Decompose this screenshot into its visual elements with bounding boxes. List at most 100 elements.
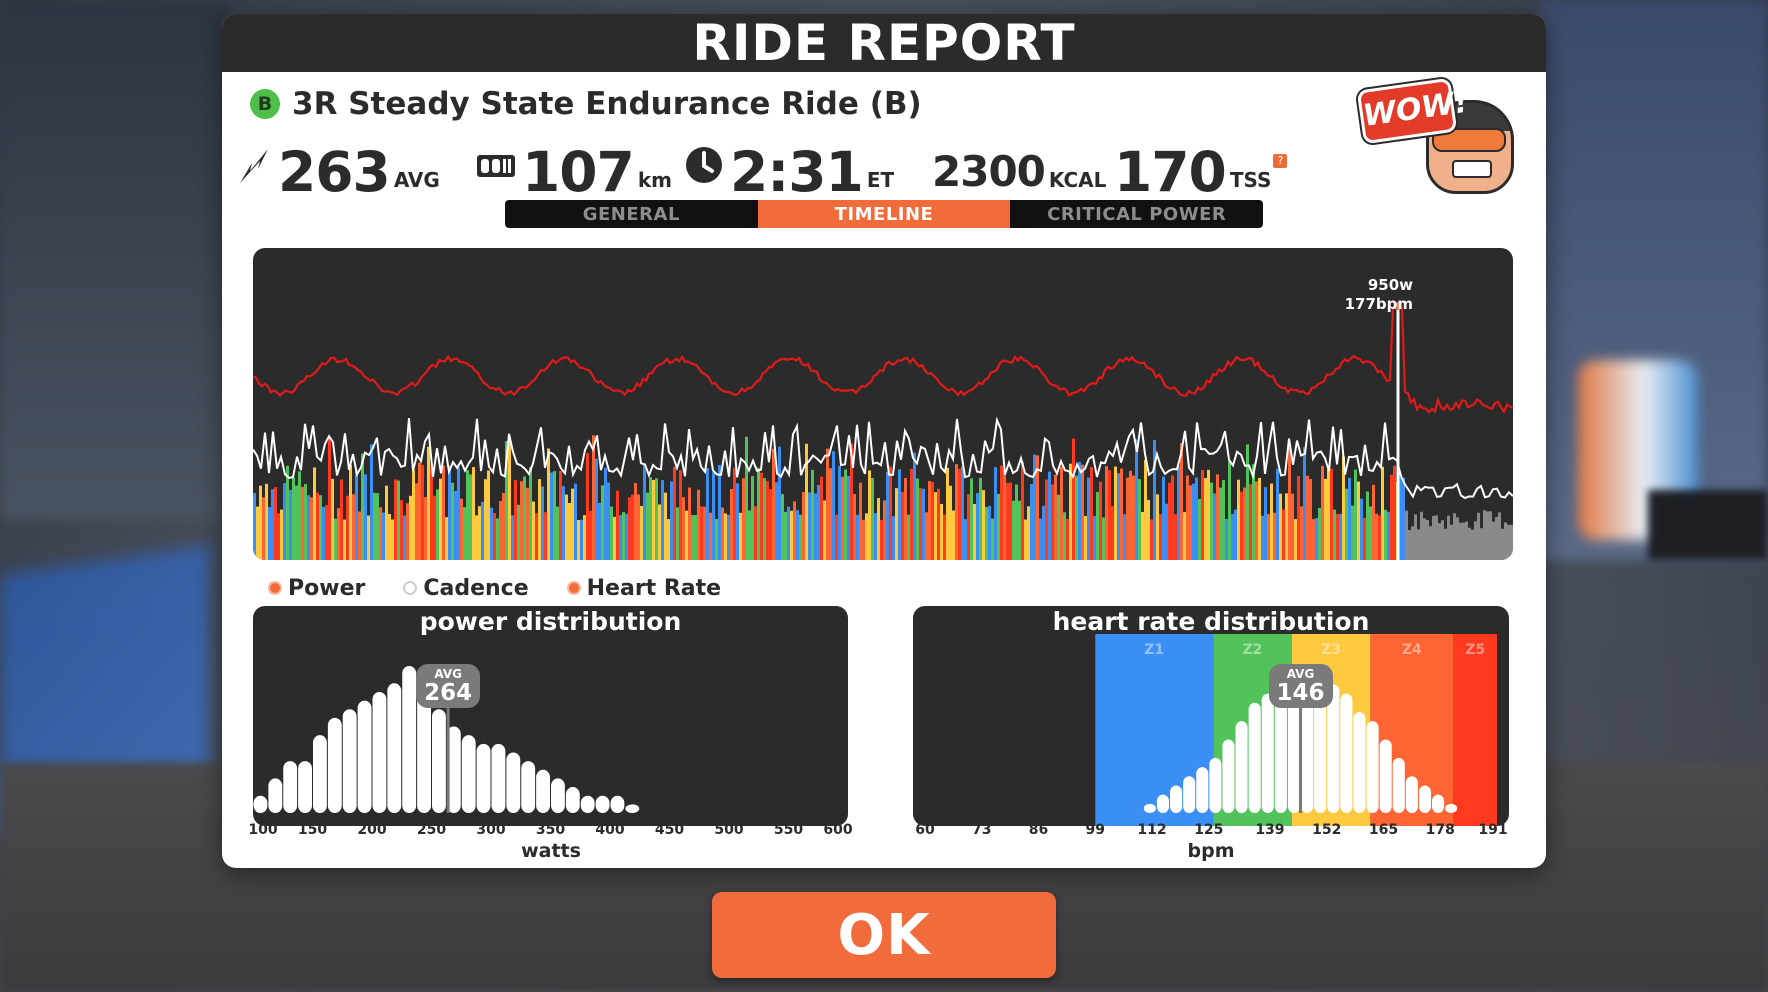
- power-bar: [622, 512, 625, 560]
- power-bar: [1195, 477, 1198, 560]
- power-bar: [787, 506, 790, 560]
- power-bar: [697, 489, 700, 560]
- power-bar: [301, 486, 304, 560]
- power-distribution-bar: [372, 691, 387, 813]
- heart-rate-distribution-bar: [1261, 693, 1274, 813]
- power-bar: [1444, 528, 1447, 560]
- power-bar: [1105, 466, 1108, 560]
- power-bar: [973, 504, 976, 560]
- power-bar: [442, 465, 445, 560]
- power-bar: [277, 513, 280, 560]
- power-bar: [577, 519, 580, 560]
- power-bar: [313, 467, 316, 560]
- power-bar: [1426, 520, 1429, 560]
- power-bar: [1285, 493, 1288, 560]
- power-x-tick: 500: [714, 822, 744, 838]
- tab-general[interactable]: GENERAL: [505, 200, 758, 228]
- heart-rate-distribution-bar: [1379, 739, 1392, 813]
- power-x-tick: 250: [416, 822, 447, 838]
- heart-rate-avg-label: AVG: [1286, 667, 1315, 681]
- power-bar: [862, 519, 865, 560]
- power-bar: [565, 494, 568, 560]
- power-distribution-bar: [298, 761, 312, 813]
- legend-heart-rate-radio[interactable]: [566, 581, 581, 595]
- power-bar: [1129, 470, 1132, 560]
- legend-power-radio[interactable]: [268, 581, 282, 595]
- tab-critical-power[interactable]: CRITICAL POWER: [1010, 200, 1263, 228]
- power-bar: [1273, 512, 1276, 560]
- power-bar: [607, 482, 610, 560]
- power-bar: [808, 492, 811, 560]
- power-bar: [1336, 513, 1339, 560]
- power-bar: [874, 513, 877, 560]
- power-bar: [715, 519, 718, 560]
- power-bar: [433, 495, 436, 560]
- power-bar: [889, 466, 892, 560]
- power-bar: [589, 510, 592, 560]
- power-bar: [487, 470, 490, 560]
- clock-icon: [684, 142, 724, 202]
- power-bar: [739, 512, 742, 560]
- power-bar: [1402, 477, 1405, 560]
- power-bar: [1150, 519, 1153, 560]
- power-x-tick: 100: [248, 822, 278, 838]
- power-bar: [1282, 509, 1285, 560]
- power-x-tick: 450: [654, 822, 685, 838]
- power-bar: [484, 479, 487, 560]
- legend-cadence[interactable]: Cadence: [403, 576, 529, 601]
- power-bar: [1003, 469, 1006, 560]
- ok-button[interactable]: OK: [712, 892, 1056, 978]
- power-bar: [919, 488, 922, 560]
- power-bar: [796, 510, 799, 560]
- power-bar: [562, 486, 565, 560]
- tab-timeline[interactable]: TIMELINE: [757, 200, 1011, 228]
- power-bar: [1258, 477, 1261, 560]
- heart-rate-distribution-bar: [1222, 739, 1235, 813]
- power-bar: [520, 481, 523, 560]
- legend-heart-rate[interactable]: Heart Rate: [566, 576, 721, 601]
- power-bar: [1198, 498, 1201, 560]
- power-bar: [646, 492, 649, 560]
- power-bar: [1423, 518, 1426, 560]
- heart-rate-distribution-bar: [1143, 803, 1156, 813]
- power-bar: [700, 506, 703, 560]
- power-bar: [610, 506, 613, 560]
- heart-rate-zone-label: Z3: [1321, 642, 1341, 658]
- tss-help-icon[interactable]: ?: [1273, 154, 1288, 168]
- power-bar: [946, 467, 949, 560]
- power-bar: [877, 498, 880, 560]
- power-x-tick: 600: [823, 822, 853, 838]
- workout-name: 3R Steady State Endurance Ride (B): [292, 86, 922, 122]
- power-bar: [481, 501, 484, 560]
- power-bar: [1081, 464, 1084, 560]
- heart-rate-x-tick: 139: [1255, 822, 1285, 838]
- power-bar: [1054, 474, 1057, 560]
- power-bar: [1009, 482, 1012, 560]
- heart-rate-x-tick: 99: [1085, 822, 1106, 838]
- power-bar: [814, 493, 817, 560]
- legend-cadence-radio[interactable]: [403, 581, 418, 595]
- power-bar: [418, 462, 421, 560]
- power-bar: [967, 494, 970, 560]
- power-bar: [1015, 484, 1018, 560]
- power-bar: [751, 476, 754, 560]
- power-bar: [1291, 493, 1294, 560]
- power-bar: [571, 488, 574, 560]
- power-bar: [976, 493, 979, 560]
- power-bar: [1411, 526, 1414, 560]
- power-bar: [802, 491, 805, 560]
- legend-power[interactable]: Power: [268, 576, 365, 601]
- power-x-tick: 350: [535, 822, 566, 838]
- power-bar: [1510, 524, 1513, 560]
- power-bar: [1138, 479, 1141, 560]
- heart-rate-distribution-title: heart rate distribution: [1052, 607, 1370, 636]
- timeline-chart[interactable]: 950w 177bpm: [253, 248, 1513, 560]
- power-bar: [1201, 470, 1204, 560]
- power-bar: [1333, 509, 1336, 560]
- power-bar: [1024, 519, 1027, 560]
- heart-rate-distribution-bar: [1156, 794, 1170, 813]
- power-bar: [601, 485, 604, 560]
- power-distribution-svg: [253, 666, 640, 813]
- power-bar: [1075, 475, 1078, 560]
- power-bar: [1429, 526, 1432, 560]
